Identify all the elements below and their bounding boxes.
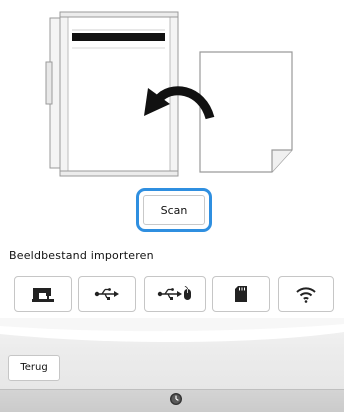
back-button[interactable]: Terug (8, 355, 60, 381)
scan-illustration (45, 11, 293, 177)
usb-mouse-icon (157, 286, 191, 300)
machine-source-button[interactable] (14, 276, 72, 312)
usb-mouse-source-button[interactable] (144, 276, 206, 312)
usb-source-button[interactable] (78, 276, 136, 312)
wifi-icon (296, 287, 316, 303)
import-section-label: Beeldbestand importeren (9, 249, 154, 262)
usb-icon (94, 288, 119, 300)
machine-icon (32, 288, 54, 302)
scan-button-focus-ring: Scan (136, 188, 212, 232)
wifi-source-button[interactable] (278, 276, 334, 312)
sd-card-source-button[interactable] (212, 276, 270, 312)
sd-card-icon (235, 286, 247, 302)
clock-icon (170, 393, 182, 405)
footer-wave (0, 318, 344, 343)
paper-sheet (199, 51, 293, 173)
scan-button[interactable]: Scan (143, 195, 205, 225)
